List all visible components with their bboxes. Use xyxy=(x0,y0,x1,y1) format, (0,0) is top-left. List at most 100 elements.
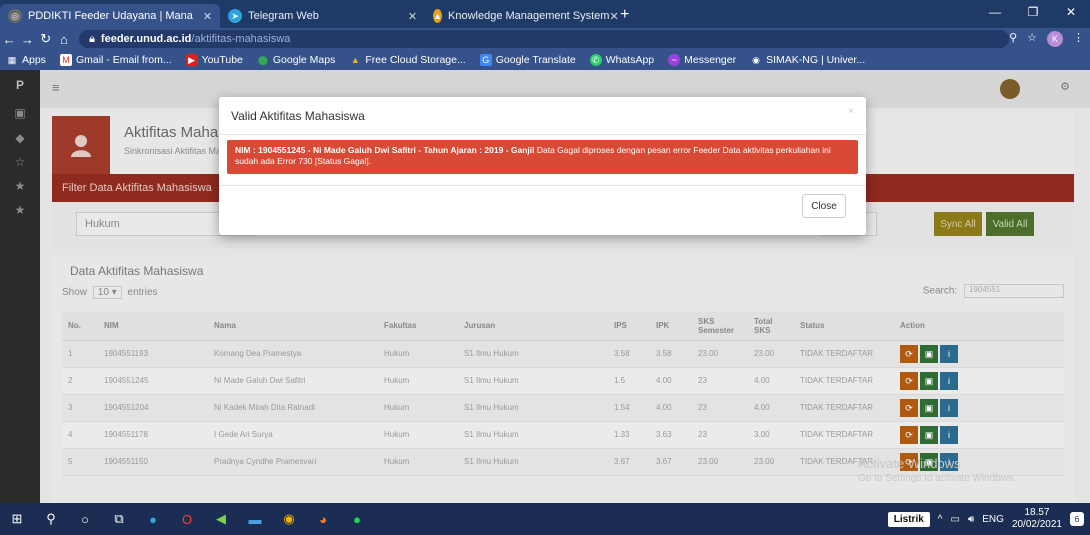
minimize-icon[interactable]: — xyxy=(976,0,1014,24)
bookmark-youtube[interactable]: ▶ YouTube xyxy=(185,54,243,66)
app-icon[interactable]: ◀ xyxy=(204,503,238,535)
sync-row-icon[interactable]: ⟳ xyxy=(900,425,918,444)
edge-icon[interactable]: ● xyxy=(136,503,170,535)
user-avatar[interactable] xyxy=(1000,79,1020,99)
col-nama[interactable]: Nama xyxy=(208,312,378,341)
keyboard-layout-indicator[interactable]: Listrik xyxy=(887,511,930,527)
dashboard-icon[interactable]: ◆ xyxy=(0,126,40,150)
bookmark-simak[interactable]: ◉ SIMAK-NG | Univer... xyxy=(750,54,865,66)
cell-action: ⟳ ▣ i xyxy=(894,421,1064,449)
bookmark-google-maps[interactable]: ⬤ Google Maps xyxy=(257,54,336,66)
profile-avatar[interactable]: K xyxy=(1047,31,1063,47)
star-outline-icon[interactable]: ☆ xyxy=(0,150,40,174)
col-total-sks[interactable]: Total SKS xyxy=(748,312,794,341)
back-icon[interactable]: ← xyxy=(0,32,18,47)
cell-action: ⟳ ▣ i xyxy=(894,367,1064,395)
new-tab-button[interactable]: + xyxy=(610,6,639,28)
close-tab-icon[interactable]: ✕ xyxy=(408,10,417,23)
firefox-icon[interactable]: ◕ xyxy=(306,503,340,535)
validate-row-icon[interactable]: ▣ xyxy=(920,344,938,363)
bookmark-whatsapp[interactable]: ✆ WhatsApp xyxy=(589,54,654,66)
search-icon[interactable]: ⚲ xyxy=(34,503,68,535)
settings-gear-icon[interactable]: ⚙ xyxy=(1060,80,1070,93)
star-icon[interactable]: ★ xyxy=(0,174,40,198)
modal-close-icon[interactable]: × xyxy=(848,106,854,117)
bookmark-cloud-storage[interactable]: ▲ Free Cloud Storage... xyxy=(349,54,466,66)
info-row-icon[interactable]: i xyxy=(940,371,958,390)
star-icon[interactable]: ★ xyxy=(0,198,40,222)
cell-no: 2 xyxy=(62,367,98,395)
bookmark-gmail[interactable]: M Gmail - Email from... xyxy=(59,54,172,66)
col-ips[interactable]: IPS xyxy=(608,312,650,341)
tab-title: Knowledge Management System xyxy=(448,10,610,22)
col-jurusan[interactable]: Jurusan xyxy=(458,312,608,341)
cell-sks: 23 xyxy=(692,367,748,395)
sidebar-avatar-icon[interactable]: ▣ xyxy=(0,100,40,126)
search-input[interactable]: 1904551 xyxy=(964,284,1064,298)
col-sks-semester[interactable]: SKS Semester xyxy=(692,312,748,341)
battery-icon[interactable]: ▭ xyxy=(951,514,960,525)
clock[interactable]: 18.57 20/02/2021 xyxy=(1012,507,1062,531)
tray-chevron-icon[interactable]: ^ xyxy=(938,514,943,525)
cell-status: TIDAK TERDAFTAR xyxy=(794,394,894,422)
bookmark-apps[interactable]: ▦ Apps xyxy=(6,54,46,66)
reload-icon[interactable]: ↻ xyxy=(37,31,55,47)
col-status[interactable]: Status xyxy=(794,312,894,341)
page-length-select[interactable]: 10 ▾ xyxy=(92,286,122,299)
home-icon[interactable]: ⌂ xyxy=(55,32,73,47)
hamburger-icon[interactable]: ≡ xyxy=(52,80,60,95)
windows-start-icon[interactable]: ⊞ xyxy=(0,503,34,535)
zoom-icon[interactable]: ⚲ xyxy=(1009,31,1017,47)
url-host: feeder.unud.ac.id xyxy=(100,33,192,45)
spotify-icon[interactable]: ● xyxy=(340,503,374,535)
col-nim[interactable]: NIM xyxy=(98,312,208,341)
close-button[interactable]: Close xyxy=(802,194,846,218)
tab-knowledge-management[interactable]: ▲ Knowledge Management System ✕ xyxy=(425,4,619,28)
bookmark-star-icon[interactable]: ☆ xyxy=(1027,31,1037,47)
task-view-icon[interactable]: ⧉ xyxy=(102,503,136,535)
close-tab-icon[interactable]: ✕ xyxy=(203,10,212,23)
validate-row-icon[interactable]: ▣ xyxy=(920,425,938,444)
cell-tot: 23.00 xyxy=(748,448,794,476)
validate-row-icon[interactable]: ▣ xyxy=(920,371,938,390)
sync-row-icon[interactable]: ⟳ xyxy=(900,371,918,390)
info-row-icon[interactable]: i xyxy=(940,344,958,363)
tab-pddikti[interactable]: ◎ PDDIKTI Feeder Udayana | Mana ✕ xyxy=(0,4,221,28)
table-row: 1 1904551193 Komang Dea Pramestya Hukum S1 I… xyxy=(62,340,1064,368)
forward-icon[interactable]: → xyxy=(18,32,36,47)
sync-all-button[interactable]: Sync All xyxy=(934,212,982,236)
info-row-icon[interactable]: i xyxy=(940,425,958,444)
restore-icon[interactable]: ❐ xyxy=(1014,0,1052,24)
validate-row-icon[interactable]: ▣ xyxy=(920,398,938,417)
alert-student-info: NIM : 1904551245 - Ni Made Galuh Dwi Saf… xyxy=(235,145,535,155)
col-no[interactable]: No. xyxy=(62,312,98,341)
col-ipk[interactable]: IPK xyxy=(650,312,692,341)
cortana-icon[interactable]: ○ xyxy=(68,503,102,535)
bookmark-messenger[interactable]: ~ Messenger xyxy=(668,54,736,66)
url-field[interactable]: 🔒︎ feeder.unud.ac.id /aktifitas-mahasisw… xyxy=(79,30,1010,48)
bookmarks-bar: ▦ Apps M Gmail - Email from... ▶ YouTube ⬤ G… xyxy=(0,50,1090,70)
col-fakultas[interactable]: Fakultas xyxy=(378,312,458,341)
cell-fak: Hukum xyxy=(378,340,458,368)
file-explorer-icon[interactable]: ▬ xyxy=(238,503,272,535)
menu-kebab-icon[interactable]: ⋮ xyxy=(1073,31,1084,47)
drive-icon: ▲ xyxy=(350,55,360,65)
apps-grid-icon: ▦ xyxy=(7,54,17,65)
info-row-icon[interactable]: i xyxy=(940,398,958,417)
window-controls: — ❐ ✕ xyxy=(976,0,1090,24)
close-window-icon[interactable]: ✕ xyxy=(1052,0,1090,24)
cell-tot: 4.00 xyxy=(748,394,794,422)
sync-row-icon[interactable]: ⟳ xyxy=(900,398,918,417)
chrome-icon[interactable]: ◉ xyxy=(272,503,306,535)
language-indicator[interactable]: ENG xyxy=(982,514,1004,525)
cell-nama: I Gede Ari Surya xyxy=(208,421,378,449)
tab-telegram[interactable]: ➤ Telegram Web ✕ xyxy=(220,4,425,28)
cell-action: ⟳ ▣ i xyxy=(894,340,1064,368)
opera-icon[interactable]: O xyxy=(170,503,204,535)
valid-all-button[interactable]: Valid All xyxy=(986,212,1034,236)
bookmark-google-translate[interactable]: G Google Translate xyxy=(479,54,576,66)
volume-icon[interactable]: 🔊︎ xyxy=(968,514,974,525)
sync-row-icon[interactable]: ⟳ xyxy=(900,344,918,363)
cell-ipk: 4.00 xyxy=(650,367,692,395)
notification-center-icon[interactable]: 6 xyxy=(1070,512,1084,526)
